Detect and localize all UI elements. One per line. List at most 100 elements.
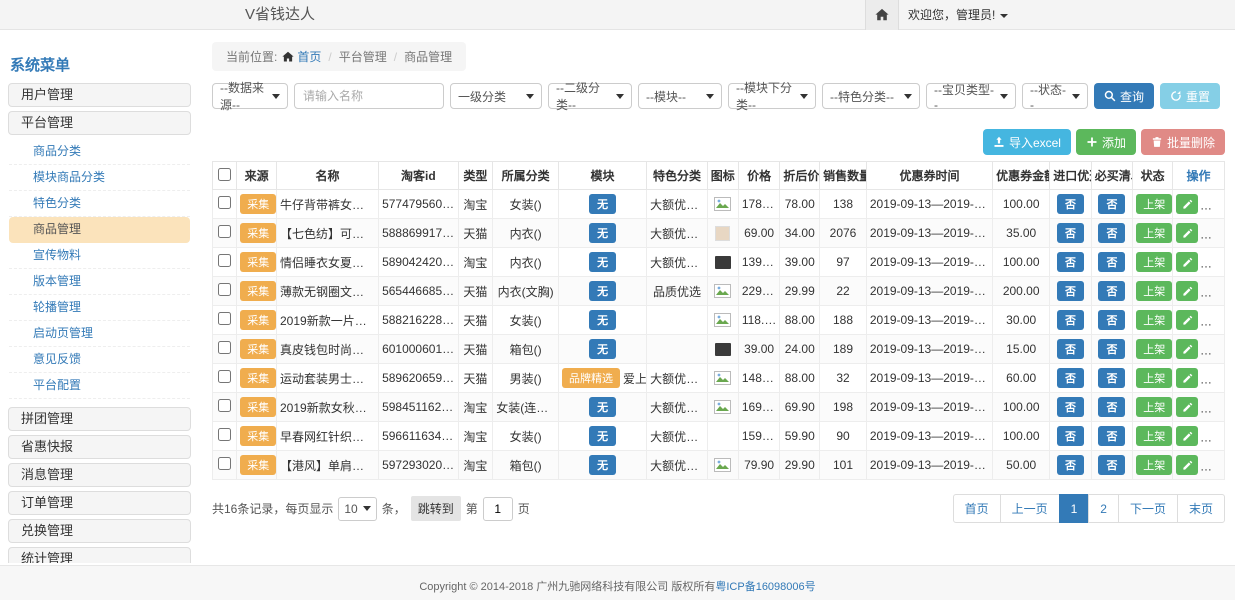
row-checkbox[interactable]: [218, 283, 231, 296]
row-checkbox[interactable]: [218, 312, 231, 325]
sidebar-item-兑换管理[interactable]: 兑换管理: [8, 519, 191, 543]
must-buy-toggle[interactable]: 否: [1098, 223, 1125, 243]
must-buy-toggle[interactable]: 否: [1098, 397, 1125, 417]
module-badge[interactable]: 无: [589, 455, 616, 475]
pager-button-末页[interactable]: 末页: [1177, 494, 1225, 523]
sidebar-item-轮播管理[interactable]: 轮播管理: [9, 295, 190, 321]
must-buy-toggle[interactable]: 否: [1098, 426, 1125, 446]
import-select-toggle[interactable]: 否: [1057, 223, 1084, 243]
reset-button[interactable]: 重置: [1160, 83, 1220, 109]
edit-button[interactable]: [1176, 223, 1198, 243]
sidebar-item-统计管理[interactable]: 统计管理: [8, 547, 191, 563]
module-badge[interactable]: 无: [589, 194, 616, 214]
filter-select[interactable]: --状态--: [1022, 83, 1088, 109]
jump-button[interactable]: 跳转到: [411, 496, 461, 521]
edit-button[interactable]: [1176, 455, 1198, 475]
import-excel-button[interactable]: 导入excel: [983, 129, 1071, 155]
sidebar-item-省惠快报[interactable]: 省惠快报: [8, 435, 191, 459]
status-button[interactable]: 上架: [1136, 455, 1172, 475]
row-checkbox[interactable]: [218, 428, 231, 441]
must-buy-toggle[interactable]: 否: [1098, 281, 1125, 301]
sidebar-item-商品管理[interactable]: 商品管理: [9, 217, 190, 243]
pager-button-上一页[interactable]: 上一页: [1000, 494, 1060, 523]
filter-select[interactable]: --特色分类--: [822, 83, 920, 109]
row-checkbox[interactable]: [218, 457, 231, 470]
edit-button[interactable]: [1176, 310, 1198, 330]
edit-button[interactable]: [1176, 252, 1198, 272]
edit-button[interactable]: [1176, 397, 1198, 417]
import-select-toggle[interactable]: 否: [1057, 194, 1084, 214]
breadcrumb-home-link[interactable]: 首页: [282, 48, 321, 65]
must-buy-toggle[interactable]: 否: [1098, 310, 1125, 330]
pager-button-首页[interactable]: 首页: [953, 494, 1001, 523]
pager-button-1[interactable]: 1: [1059, 494, 1090, 523]
edit-button[interactable]: [1176, 339, 1198, 359]
page-number-input[interactable]: [483, 497, 513, 521]
status-button[interactable]: 上架: [1136, 194, 1172, 214]
row-checkbox[interactable]: [218, 225, 231, 238]
filter-select[interactable]: --模块下分类--: [728, 83, 816, 109]
filter-select[interactable]: --模块--: [638, 83, 722, 109]
sidebar-item-平台配置[interactable]: 平台配置: [9, 373, 190, 399]
sidebar-item-意见反馈[interactable]: 意见反馈: [9, 347, 190, 373]
edit-button[interactable]: [1176, 281, 1198, 301]
status-button[interactable]: 上架: [1136, 223, 1172, 243]
status-button[interactable]: 上架: [1136, 310, 1172, 330]
sidebar-item-版本管理[interactable]: 版本管理: [9, 269, 190, 295]
per-page-select[interactable]: 10: [338, 497, 376, 521]
sidebar-item-平台管理[interactable]: 平台管理: [8, 111, 191, 135]
sidebar-item-消息管理[interactable]: 消息管理: [8, 463, 191, 487]
must-buy-toggle[interactable]: 否: [1098, 252, 1125, 272]
module-badge[interactable]: 无: [589, 281, 616, 301]
filter-select[interactable]: --二级分类--: [548, 83, 632, 109]
edit-button[interactable]: [1176, 426, 1198, 446]
import-select-toggle[interactable]: 否: [1057, 281, 1084, 301]
status-button[interactable]: 上架: [1136, 426, 1172, 446]
pager-button-2[interactable]: 2: [1088, 494, 1119, 523]
status-button[interactable]: 上架: [1136, 252, 1172, 272]
sidebar-item-特色分类[interactable]: 特色分类: [9, 191, 190, 217]
search-button[interactable]: 查询: [1094, 83, 1154, 109]
must-buy-toggle[interactable]: 否: [1098, 194, 1125, 214]
select-all-checkbox[interactable]: [218, 168, 231, 181]
row-checkbox[interactable]: [218, 341, 231, 354]
import-select-toggle[interactable]: 否: [1057, 252, 1084, 272]
sidebar-item-商品分类[interactable]: 商品分类: [9, 139, 190, 165]
status-button[interactable]: 上架: [1136, 368, 1172, 388]
filter-select[interactable]: --数据来源--: [212, 83, 288, 109]
filter-select[interactable]: --宝贝类型--: [926, 83, 1016, 109]
add-button[interactable]: 添加: [1076, 129, 1136, 155]
status-button[interactable]: 上架: [1136, 281, 1172, 301]
filter-select[interactable]: 一级分类: [450, 83, 542, 109]
must-buy-toggle[interactable]: 否: [1098, 455, 1125, 475]
module-badge[interactable]: 无: [589, 339, 616, 359]
status-button[interactable]: 上架: [1136, 397, 1172, 417]
status-button[interactable]: 上架: [1136, 339, 1172, 359]
edit-button[interactable]: [1176, 368, 1198, 388]
sidebar-item-模块商品分类[interactable]: 模块商品分类: [9, 165, 190, 191]
pager-button-下一页[interactable]: 下一页: [1118, 494, 1178, 523]
import-select-toggle[interactable]: 否: [1057, 397, 1084, 417]
row-checkbox[interactable]: [218, 370, 231, 383]
must-buy-toggle[interactable]: 否: [1098, 339, 1125, 359]
module-badge[interactable]: 品牌精选: [562, 368, 620, 388]
must-buy-toggle[interactable]: 否: [1098, 368, 1125, 388]
row-checkbox[interactable]: [218, 196, 231, 209]
user-menu[interactable]: 欢迎您，管理员!: [908, 0, 1008, 30]
module-badge[interactable]: 无: [589, 252, 616, 272]
module-badge[interactable]: 无: [589, 310, 616, 330]
icp-link[interactable]: 粤ICP备16098006号: [715, 581, 815, 593]
module-badge[interactable]: 无: [589, 426, 616, 446]
import-select-toggle[interactable]: 否: [1057, 310, 1084, 330]
row-checkbox[interactable]: [218, 254, 231, 267]
sidebar-item-拼团管理[interactable]: 拼团管理: [8, 407, 191, 431]
edit-button[interactable]: [1176, 194, 1198, 214]
import-select-toggle[interactable]: 否: [1057, 455, 1084, 475]
module-badge[interactable]: 无: [589, 223, 616, 243]
sidebar-item-用户管理[interactable]: 用户管理: [8, 83, 191, 107]
sidebar-item-订单管理[interactable]: 订单管理: [8, 491, 191, 515]
row-checkbox[interactable]: [218, 399, 231, 412]
import-select-toggle[interactable]: 否: [1057, 426, 1084, 446]
name-search-input[interactable]: [294, 83, 444, 109]
module-badge[interactable]: 无: [589, 397, 616, 417]
